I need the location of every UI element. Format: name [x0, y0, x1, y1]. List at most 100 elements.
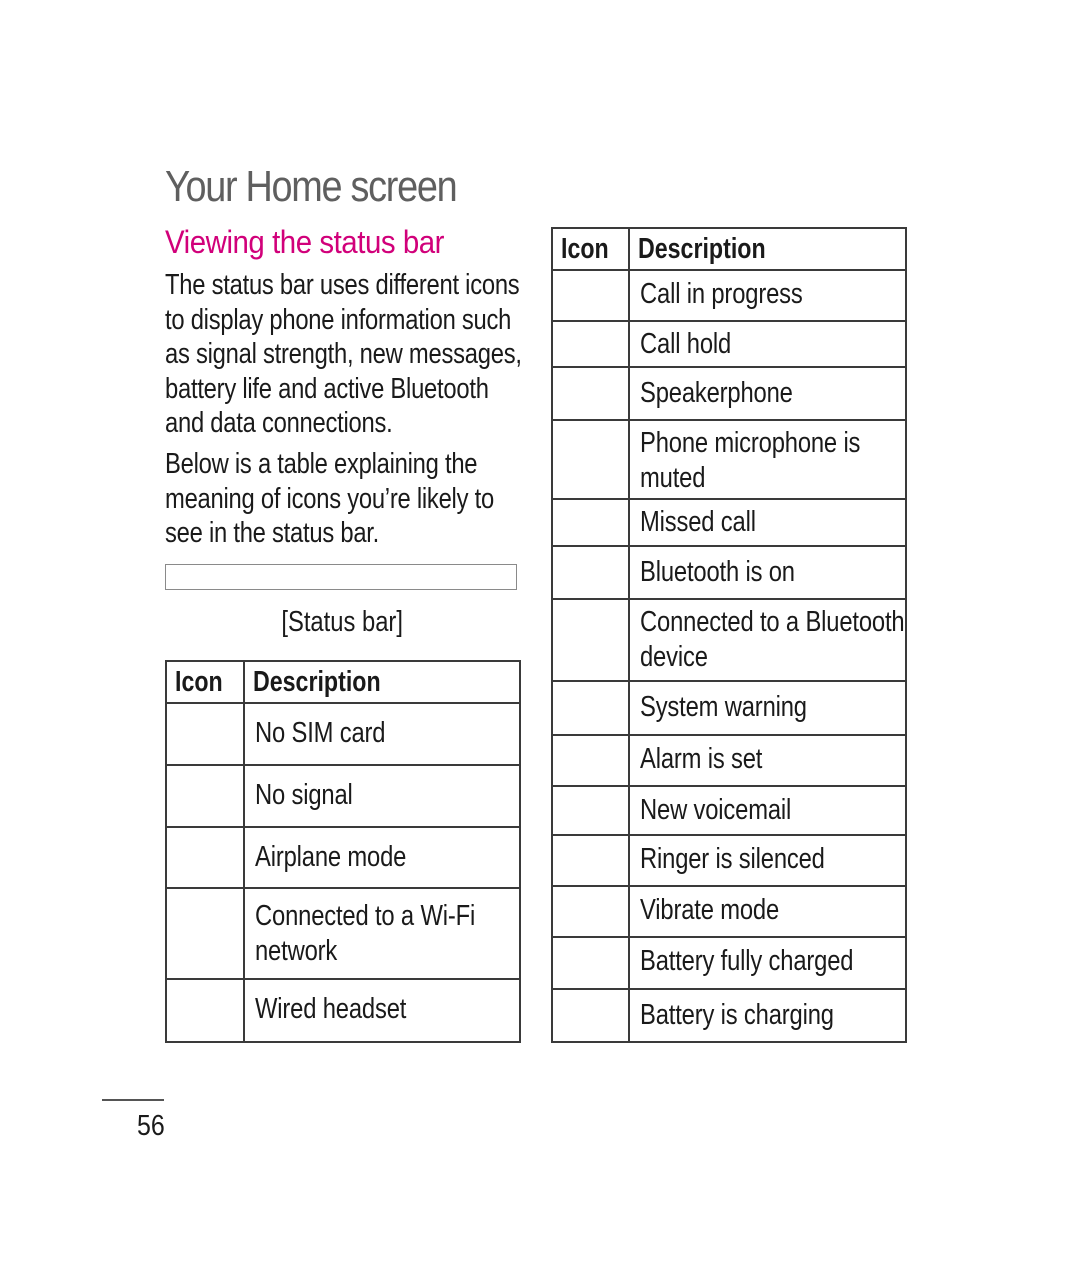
- status-icon-cell: [165, 978, 245, 1043]
- description-text: network: [255, 934, 338, 967]
- page-number: 56: [137, 1110, 165, 1142]
- status-icon-cell: [165, 826, 245, 889]
- table-row: Speakerphone: [551, 366, 907, 421]
- section-title: Viewing the status bar: [165, 224, 445, 260]
- table-row: No signal: [165, 764, 521, 828]
- description-cell: Connected to a Bluetooth device: [628, 598, 907, 682]
- description-cell: Battery is charging: [628, 988, 907, 1043]
- status-icon-cell: [551, 598, 630, 682]
- icon-header-text: Icon: [175, 666, 223, 698]
- status-bar-illustration: [165, 564, 517, 590]
- description-text: Call in progress: [640, 278, 803, 310]
- description-cell: New voicemail: [628, 785, 907, 836]
- status-icon-cell: [165, 887, 245, 980]
- table-row: Airplane mode: [165, 826, 521, 889]
- description-text: device: [640, 640, 708, 673]
- table-row: Alarm is set: [551, 734, 907, 787]
- icon-header-text: Icon: [561, 233, 609, 265]
- description-header-text: Description: [638, 233, 766, 265]
- description-text: Vibrate mode: [640, 894, 780, 926]
- description-text: Phone microphone is: [640, 427, 861, 459]
- description-text: Alarm is set: [640, 743, 763, 775]
- description-text: Battery is charging: [640, 999, 834, 1031]
- description-cell: Speakerphone: [628, 366, 907, 421]
- table-row: Call in progress: [551, 269, 907, 322]
- footer-rule: [102, 1099, 164, 1101]
- description-column-header: Description: [628, 227, 907, 271]
- description-cell: Airplane mode: [243, 826, 521, 889]
- right-icon-table: Icon Description Call in progress Call ho…: [551, 227, 907, 1043]
- description-column-header: Description: [243, 660, 521, 704]
- status-icon-cell: [165, 702, 245, 766]
- table-header-row: Icon Description: [551, 227, 907, 271]
- table-row: Call hold: [551, 320, 907, 368]
- table-row: No SIM card: [165, 702, 521, 766]
- status-bar-caption-text: [Status bar]: [281, 606, 403, 638]
- table-row: Bluetooth is on: [551, 545, 907, 600]
- status-icon-cell: [551, 936, 630, 990]
- table-row: Battery is charging: [551, 988, 907, 1043]
- description-text: Connected to a Bluetooth: [640, 606, 905, 638]
- status-icon-cell: [551, 785, 630, 836]
- status-icon-cell: [551, 680, 630, 736]
- description-cell: Bluetooth is on: [628, 545, 907, 600]
- status-icon-cell: [551, 419, 630, 500]
- icon-column-header: Icon: [551, 227, 630, 271]
- description-cell: Battery fully charged: [628, 936, 907, 990]
- description-cell: Wired headset: [243, 978, 521, 1043]
- description-text: muted: [640, 461, 706, 494]
- status-icon-cell: [551, 734, 630, 787]
- table-row: Vibrate mode: [551, 885, 907, 938]
- status-icon-cell: [551, 988, 630, 1043]
- intro-paragraph: The status bar uses different icons to d…: [165, 269, 522, 439]
- status-icon-cell: [551, 885, 630, 938]
- description-cell: Vibrate mode: [628, 885, 907, 938]
- description-cell: Ringer is silenced: [628, 834, 907, 887]
- description-cell: Call hold: [628, 320, 907, 368]
- description-cell: No signal: [243, 764, 521, 828]
- status-bar-caption: [Status bar]: [165, 606, 519, 639]
- table-intro-paragraph: Below is a table explaining the meaning …: [165, 448, 494, 549]
- description-cell: Connected to a Wi-Fi network: [243, 887, 521, 980]
- description-text: Bluetooth is on: [640, 556, 795, 588]
- table-row: Phone microphone is muted: [551, 419, 907, 500]
- table-row: New voicemail: [551, 785, 907, 836]
- description-text: Ringer is silenced: [640, 843, 825, 875]
- description-cell: Missed call: [628, 498, 907, 547]
- description-text: Airplane mode: [255, 841, 407, 873]
- description-header-text: Description: [253, 666, 381, 698]
- description-cell: System warning: [628, 680, 907, 736]
- table-row: System warning: [551, 680, 907, 736]
- description-text: Battery fully charged: [640, 945, 854, 977]
- description-text: System warning: [640, 691, 807, 723]
- icon-column-header: Icon: [165, 660, 245, 704]
- description-text: Wired headset: [255, 993, 407, 1025]
- table-row: Ringer is silenced: [551, 834, 907, 887]
- description-cell: Phone microphone is muted: [628, 419, 907, 500]
- status-icon-cell: [551, 834, 630, 887]
- table-header-row: Icon Description: [165, 660, 521, 704]
- status-icon-cell: [551, 366, 630, 421]
- page-title: Your Home screen: [165, 162, 458, 211]
- description-text: No signal: [255, 779, 353, 811]
- description-cell: Alarm is set: [628, 734, 907, 787]
- description-text: No SIM card: [255, 717, 386, 749]
- description-cell: No SIM card: [243, 702, 521, 766]
- table-row: Connected to a Wi-Fi network: [165, 887, 521, 980]
- description-text: Missed call: [640, 506, 756, 538]
- description-text: New voicemail: [640, 794, 792, 826]
- description-text: Connected to a Wi-Fi: [255, 900, 476, 932]
- description-text: Call hold: [640, 328, 732, 360]
- status-icon-cell: [551, 545, 630, 600]
- table-row: Connected to a Bluetooth device: [551, 598, 907, 682]
- status-icon-cell: [551, 320, 630, 368]
- status-icon-cell: [551, 498, 630, 547]
- table-row: Battery fully charged: [551, 936, 907, 990]
- left-icon-table: Icon Description No SIM card No signal Air…: [165, 660, 521, 1043]
- table-row: Wired headset: [165, 978, 521, 1043]
- status-icon-cell: [165, 764, 245, 828]
- status-icon-cell: [551, 269, 630, 322]
- description-cell: Call in progress: [628, 269, 907, 322]
- description-text: Speakerphone: [640, 377, 793, 409]
- table-row: Missed call: [551, 498, 907, 547]
